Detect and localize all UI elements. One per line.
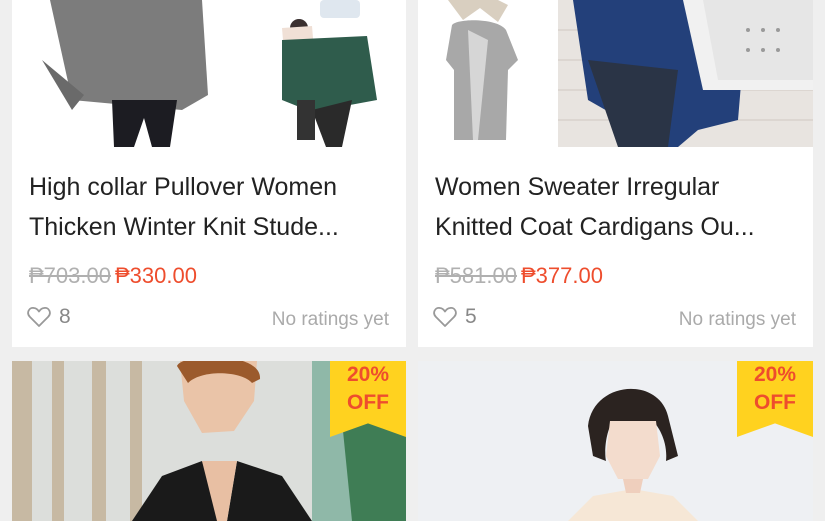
product-image[interactable]: [12, 0, 406, 147]
like-button[interactable]: 8: [27, 305, 71, 329]
product-title-line2: Knitted Coat Cardigans Ou...: [435, 213, 755, 241]
ratings-text: No ratings yet: [271, 309, 389, 330]
product-card[interactable]: 20% OFF: [12, 361, 406, 521]
product-card[interactable]: Women Sweater Irregular Knitted Coat Car…: [418, 0, 813, 347]
product-card[interactable]: 20% OFF: [418, 361, 813, 521]
heart-outline-icon: [433, 307, 457, 327]
product-image[interactable]: [418, 0, 813, 147]
discount-percent: 20%: [753, 363, 797, 386]
like-count: 5: [465, 305, 477, 328]
product-card[interactable]: High collar Pullover Women Thicken Winte…: [12, 0, 406, 347]
original-price: ₱581.00: [435, 263, 517, 288]
product-title-line1: High collar Pullover Women: [29, 173, 337, 201]
like-button[interactable]: 5: [433, 305, 477, 329]
discount-label: OFF: [347, 391, 389, 414]
sale-price: ₱330.00: [114, 263, 197, 288]
like-count: 8: [59, 305, 71, 328]
heart-outline-icon: [27, 307, 51, 327]
discount-percent: 20%: [346, 363, 390, 386]
product-title-line1: Women Sweater Irregular: [435, 173, 720, 201]
discount-label: OFF: [754, 391, 796, 414]
product-title-line2: Thicken Winter Knit Stude...: [29, 213, 339, 241]
sale-price: ₱377.00: [520, 263, 603, 288]
ratings-text: No ratings yet: [678, 309, 796, 330]
original-price: ₱703.00: [29, 263, 111, 288]
